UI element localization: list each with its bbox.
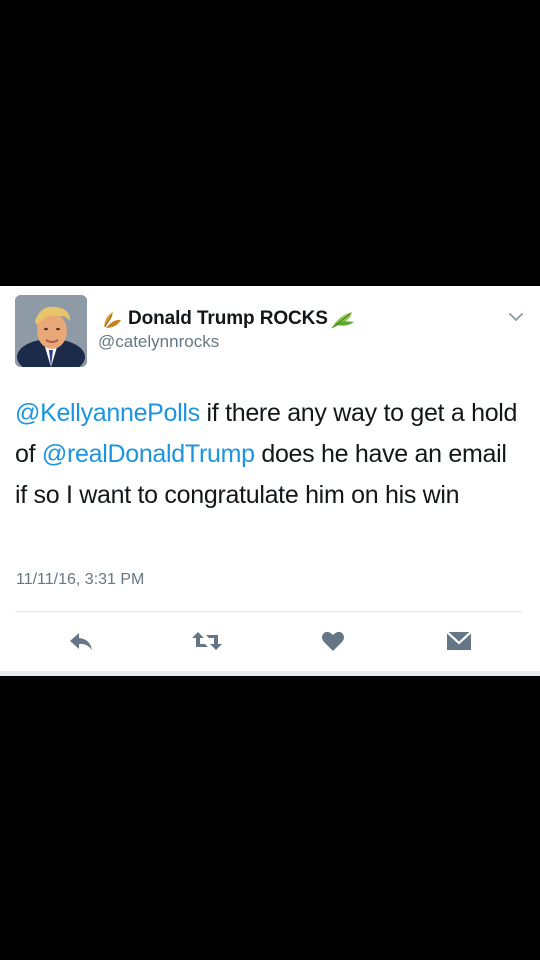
retweet-icon (191, 630, 223, 652)
herb-leaf-icon (330, 308, 356, 330)
bottom-black-bar (0, 676, 540, 960)
reply-icon (68, 630, 94, 652)
tweet-timestamp[interactable]: 11/11/16, 3:31 PM (16, 571, 144, 589)
mention-link[interactable]: @KellyannePolls (15, 399, 200, 427)
name-row: Donald Trump ROCKS (101, 306, 356, 332)
reply-button[interactable] (66, 626, 96, 656)
chevron-down-icon[interactable] (508, 310, 524, 322)
like-button[interactable] (318, 626, 348, 656)
fallen-leaf-icon (101, 308, 123, 330)
top-black-bar (0, 0, 540, 286)
user-handle[interactable]: @catelynnrocks (98, 332, 219, 352)
mention-link[interactable]: @realDonaldTrump (42, 440, 255, 468)
divider (15, 611, 522, 612)
envelope-icon (446, 630, 472, 652)
retweet-button[interactable] (189, 626, 225, 656)
tweet-text: @KellyannePolls if there any way to get … (15, 393, 525, 516)
direct-message-button[interactable] (444, 626, 474, 656)
tweet-card: Donald Trump ROCKS @catelynnrocks @Kelly… (0, 286, 540, 676)
display-name[interactable]: Donald Trump ROCKS (128, 308, 328, 330)
heart-icon (321, 630, 345, 652)
avatar[interactable] (15, 295, 87, 367)
